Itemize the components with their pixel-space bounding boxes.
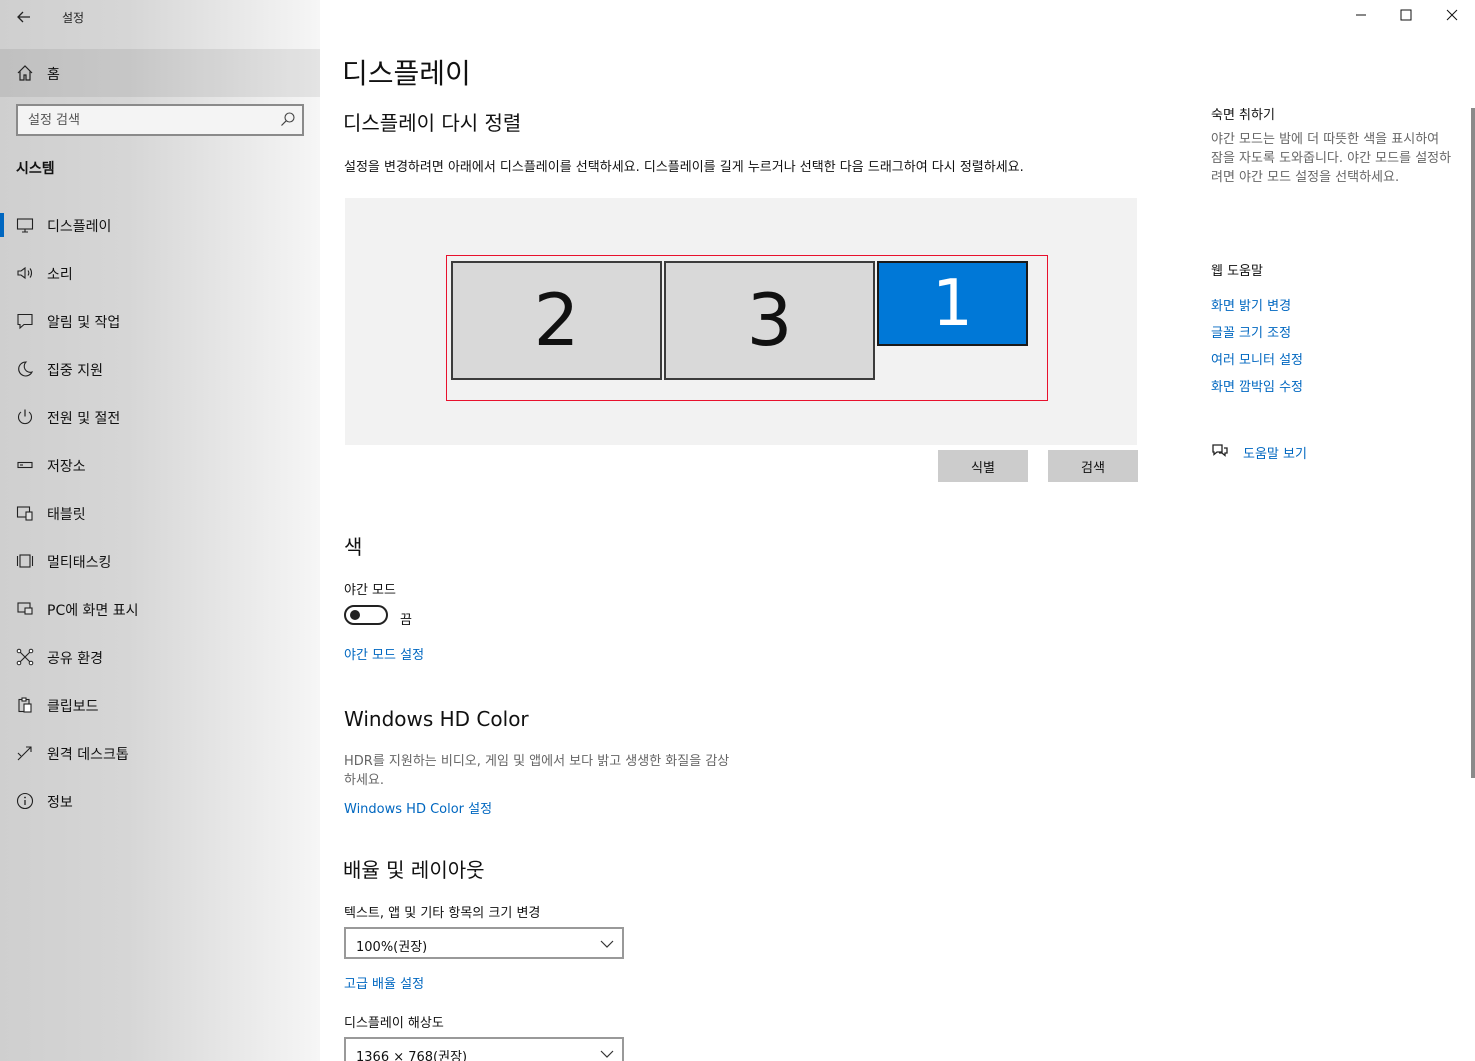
sidebar-item-label: 정보 bbox=[47, 795, 73, 811]
monitor-number: 1 bbox=[932, 267, 973, 341]
page-title: 디스플레이 bbox=[342, 57, 471, 90]
sidebar: 설정 홈 시스템 디스플레이 소리 알림 및 작업 집중 지원 전원 및 절전 bbox=[0, 0, 320, 1061]
chat-help-icon bbox=[1212, 444, 1228, 457]
help-link-multiple-monitors[interactable]: 여러 모니터 설정 bbox=[1211, 349, 1303, 368]
home-icon bbox=[17, 65, 33, 81]
sleep-text: 야간 모드는 밤에 더 따뜻한 색을 표시하여 잠을 자도록 도와줍니다. 야간… bbox=[1211, 132, 1452, 185]
sidebar-item-storage[interactable]: 저장소 bbox=[0, 441, 320, 489]
scale-dropdown[interactable]: 100%(권장) bbox=[344, 927, 624, 959]
monitor-icon bbox=[16, 218, 34, 233]
monitor-2[interactable]: 2 bbox=[451, 261, 662, 380]
search-input[interactable] bbox=[18, 106, 268, 134]
sidebar-item-notifications[interactable]: 알림 및 작업 bbox=[0, 297, 320, 345]
advanced-scaling-link[interactable]: 고급 배율 설정 bbox=[344, 973, 424, 992]
help-link-font-size[interactable]: 글꼴 크기 조정 bbox=[1211, 322, 1291, 341]
search-icon[interactable] bbox=[280, 111, 296, 127]
sidebar-item-multitasking[interactable]: 멀티태스킹 bbox=[0, 537, 320, 585]
rearrange-heading: 디스플레이 다시 정렬 bbox=[343, 111, 522, 135]
sidebar-item-tablet[interactable]: 태블릿 bbox=[0, 489, 320, 537]
sidebar-item-shared-experiences[interactable]: 공유 환경 bbox=[0, 633, 320, 681]
remote-desktop-icon bbox=[17, 746, 32, 761]
hdr-description-line2: 하세요. bbox=[344, 773, 385, 788]
back-button[interactable] bbox=[10, 4, 38, 30]
sidebar-item-focus-assist[interactable]: 집중 지원 bbox=[0, 345, 320, 393]
sidebar-item-about[interactable]: 정보 bbox=[0, 777, 320, 825]
sidebar-item-label: 홈 bbox=[47, 67, 60, 83]
resolution-dropdown[interactable]: 1366 × 768(권장) bbox=[344, 1037, 624, 1061]
sidebar-item-label: 알림 및 작업 bbox=[47, 315, 121, 331]
sidebar-item-label: 집중 지원 bbox=[47, 363, 103, 379]
power-icon bbox=[17, 409, 33, 425]
sidebar-item-remote-desktop[interactable]: 원격 데스크톱 bbox=[0, 729, 320, 777]
sidebar-item-label: 멀티태스킹 bbox=[47, 555, 112, 571]
sidebar-item-label: 전원 및 절전 bbox=[47, 411, 121, 427]
chevron-down-icon bbox=[600, 940, 614, 948]
night-light-label: 야간 모드 bbox=[344, 583, 396, 598]
monitor-1[interactable]: 1 bbox=[877, 261, 1028, 346]
title-bar: 설정 bbox=[0, 0, 320, 36]
sidebar-item-power[interactable]: 전원 및 절전 bbox=[0, 393, 320, 441]
resolution-label: 디스플레이 해상도 bbox=[344, 1016, 444, 1031]
resolution-value: 1366 × 768(권장) bbox=[356, 1050, 468, 1061]
nav-list: 디스플레이 소리 알림 및 작업 집중 지원 전원 및 절전 저장소 태블릿 멀… bbox=[0, 201, 320, 825]
rearrange-description: 설정을 변경하려면 아래에서 디스플레이를 선택하세요. 디스플레이를 길게 누… bbox=[344, 160, 1024, 175]
sleep-title: 숙면 취하기 bbox=[1211, 108, 1275, 123]
identify-button[interactable]: 식별 bbox=[938, 450, 1028, 482]
sidebar-item-label: 공유 환경 bbox=[47, 651, 103, 667]
display-arrangement-area[interactable]: 2 3 1 bbox=[345, 198, 1137, 445]
sidebar-item-label: 원격 데스크톱 bbox=[47, 747, 129, 763]
hdr-heading: Windows HD Color bbox=[344, 707, 529, 731]
hdr-settings-link[interactable]: Windows HD Color 설정 bbox=[344, 798, 492, 817]
multitasking-icon bbox=[16, 554, 34, 568]
clipboard-icon bbox=[18, 697, 32, 713]
sidebar-item-label: 태블릿 bbox=[47, 507, 86, 523]
sidebar-item-clipboard[interactable]: 클립보드 bbox=[0, 681, 320, 729]
scale-heading: 배율 및 레이아웃 bbox=[343, 858, 485, 882]
back-arrow-icon bbox=[17, 11, 30, 23]
help-link-flicker[interactable]: 화면 깜박임 수정 bbox=[1211, 376, 1303, 395]
storage-icon bbox=[17, 461, 33, 469]
sidebar-item-label: 디스플레이 bbox=[47, 219, 112, 235]
color-heading: 색 bbox=[344, 535, 363, 559]
speaker-icon bbox=[17, 266, 33, 280]
night-light-toggle[interactable] bbox=[344, 605, 388, 625]
sidebar-item-sound[interactable]: 소리 bbox=[0, 249, 320, 297]
tablet-icon bbox=[16, 506, 33, 521]
monitor-number: 2 bbox=[533, 278, 580, 362]
sidebar-item-home[interactable]: 홈 bbox=[0, 49, 320, 97]
sidebar-item-label: PC에 화면 표시 bbox=[47, 603, 139, 619]
web-help-title: 웹 도움말 bbox=[1211, 264, 1263, 279]
chevron-down-icon bbox=[600, 1050, 614, 1058]
night-light-settings-link[interactable]: 야간 모드 설정 bbox=[344, 644, 424, 663]
size-label: 텍스트, 앱 및 기타 항목의 크기 변경 bbox=[344, 906, 541, 921]
app-title: 설정 bbox=[62, 11, 85, 25]
notification-icon bbox=[17, 313, 33, 330]
toggle-knob bbox=[350, 610, 360, 620]
sidebar-item-label: 소리 bbox=[47, 267, 73, 283]
section-label: 시스템 bbox=[16, 161, 55, 177]
detect-button[interactable]: 검색 bbox=[1048, 450, 1138, 482]
hdr-description-line1: HDR를 지원하는 비디오, 게임 및 앱에서 보다 밝고 생생한 화질을 감상 bbox=[344, 754, 730, 769]
sidebar-item-label: 클립보드 bbox=[47, 699, 99, 715]
get-help-link[interactable]: 도움말 보기 bbox=[1243, 443, 1307, 462]
scrollbar[interactable] bbox=[1471, 108, 1475, 778]
sidebar-item-label: 저장소 bbox=[47, 459, 86, 475]
search-box[interactable] bbox=[16, 104, 304, 136]
info-icon bbox=[16, 792, 34, 810]
monitor-3[interactable]: 3 bbox=[664, 261, 875, 380]
night-light-state: 끔 bbox=[400, 613, 412, 628]
share-icon bbox=[16, 648, 34, 666]
monitor-number: 3 bbox=[746, 278, 793, 362]
scale-value: 100%(권장) bbox=[356, 940, 428, 955]
sidebar-item-display[interactable]: 디스플레이 bbox=[0, 201, 320, 249]
help-link-brightness[interactable]: 화면 밝기 변경 bbox=[1211, 295, 1291, 314]
project-icon bbox=[17, 602, 33, 615]
moon-icon bbox=[18, 361, 34, 377]
sidebar-item-project[interactable]: PC에 화면 표시 bbox=[0, 585, 320, 633]
